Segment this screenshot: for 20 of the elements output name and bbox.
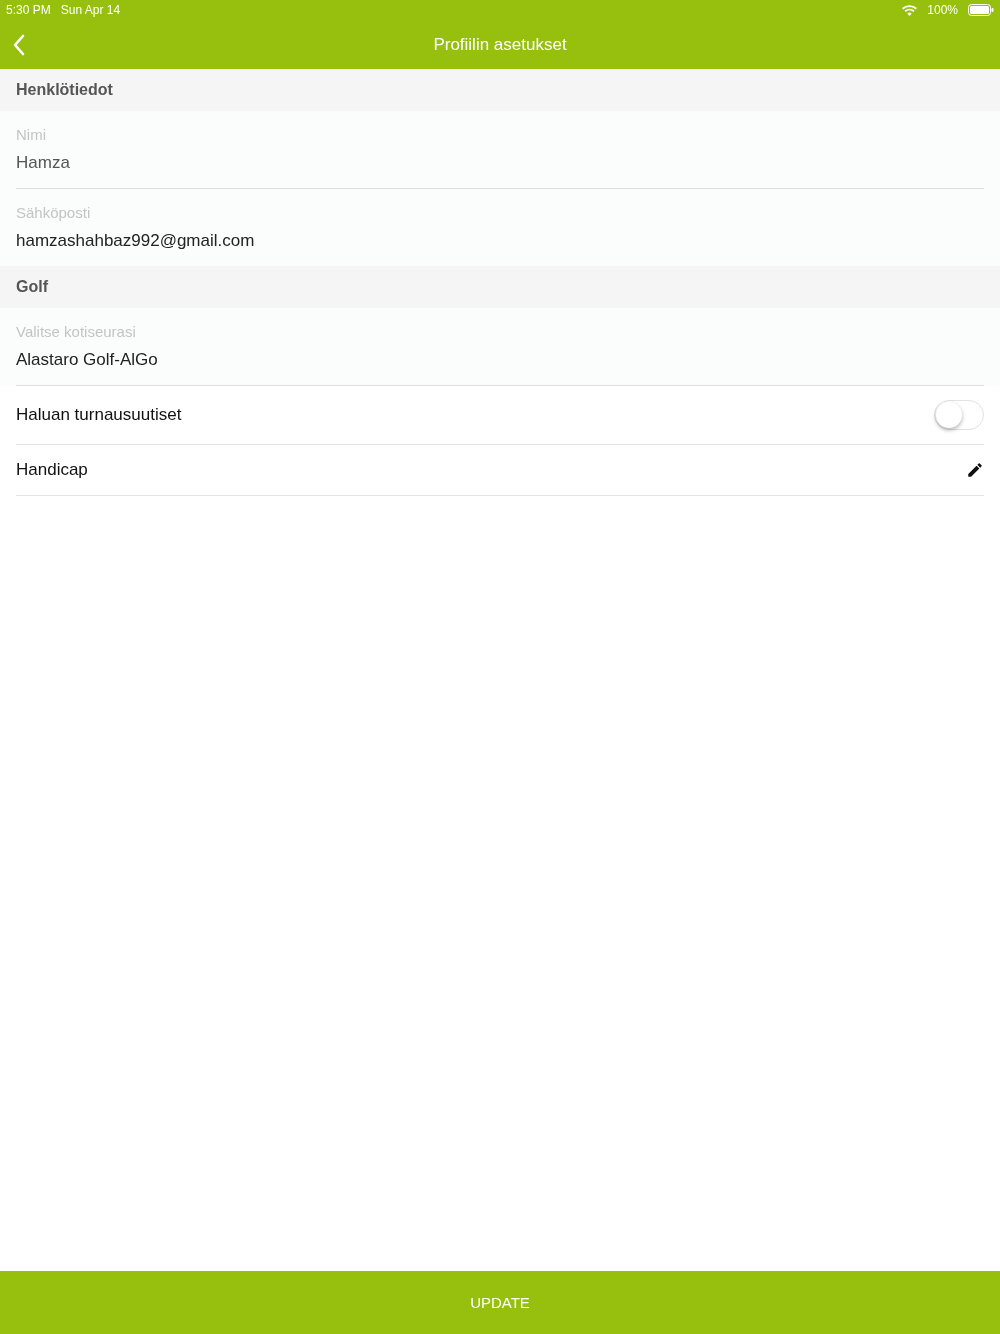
status-date: Sun Apr 14 <box>60 3 121 17</box>
section-header: Henklötiedot <box>0 69 1000 111</box>
row-label: Handicap <box>16 460 88 480</box>
toggle-switch[interactable] <box>934 400 984 430</box>
field-value: Alastaro Golf-AlGo <box>16 350 159 370</box>
wifi-icon <box>902 4 918 16</box>
field-value: Hamza <box>16 153 71 173</box>
battery-percent: 100% <box>927 3 958 17</box>
battery-icon <box>968 4 994 16</box>
form-field[interactable]: Valitse kotiseurasi Alastaro Golf-AlGo <box>0 308 1000 386</box>
field-label: Nimi <box>16 126 47 143</box>
field-value: hamzashahbaz992@gmail.com <box>16 231 256 251</box>
pencil-icon[interactable] <box>966 461 984 479</box>
nav-title: Profiilin asetukset <box>433 34 567 55</box>
status-time: 5:30 PM <box>6 3 51 17</box>
field-label: Sähköposti <box>16 204 92 221</box>
toggle-label: Haluan turnausuutiset <box>16 405 182 425</box>
section-header: Golf <box>0 266 1000 308</box>
field-label: Valitse kotiseurasi <box>16 323 137 340</box>
form-field[interactable]: Sähköposti hamzashahbaz992@gmail.com <box>0 189 1000 266</box>
